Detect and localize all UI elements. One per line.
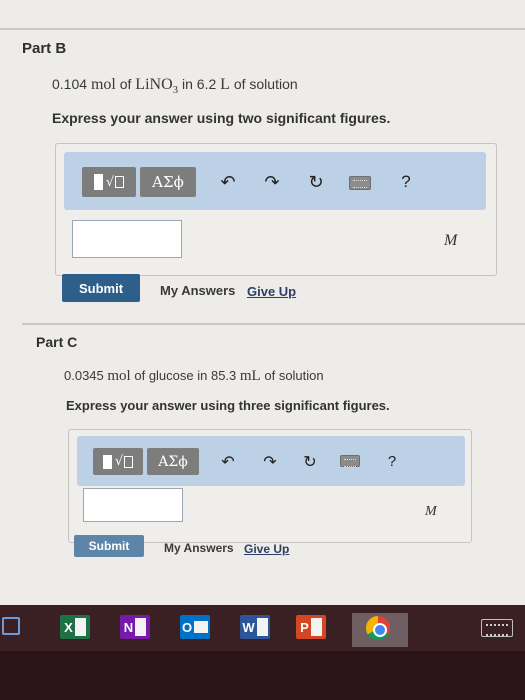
symbols-button[interactable]: ΑΣϕ bbox=[140, 167, 196, 197]
divider bbox=[0, 28, 525, 30]
part-c-answer-input[interactable] bbox=[83, 488, 183, 522]
part-b-math-toolbar: √ ΑΣϕ ↶ ↷ ↻ ? bbox=[64, 152, 486, 210]
reset-icon[interactable]: ↻ bbox=[299, 448, 321, 474]
task-view-icon[interactable] bbox=[2, 617, 20, 635]
reset-icon[interactable]: ↻ bbox=[304, 168, 328, 196]
help-icon[interactable]: ? bbox=[396, 168, 416, 196]
part-b-question: 0.104 mol of LiNO3 in 6.2 L of solution bbox=[52, 76, 298, 97]
part-b-answer-box: √ ΑΣϕ ↶ ↷ ↻ ? M bbox=[55, 143, 497, 276]
assignment-page: Part B 0.104 mol of LiNO3 in 6.2 L of so… bbox=[0, 0, 525, 605]
taskbar-strip: X N O W P bbox=[0, 605, 525, 651]
undo-icon[interactable]: ↶ bbox=[217, 448, 239, 474]
keyboard-icon[interactable] bbox=[337, 453, 363, 469]
windows-taskbar: X N O W P bbox=[0, 605, 525, 700]
chrome-app-icon[interactable] bbox=[366, 616, 390, 640]
part-c-math-toolbar: √ ΑΣϕ ↶ ↷ ↻ ? bbox=[77, 436, 465, 486]
part-b-my-answers-link[interactable]: My Answers bbox=[160, 283, 235, 298]
part-b-answer-input[interactable] bbox=[72, 220, 182, 258]
symbols-button[interactable]: ΑΣϕ bbox=[147, 448, 199, 475]
touch-keyboard-icon[interactable] bbox=[481, 619, 513, 637]
part-c-answer-box: √ ΑΣϕ ↶ ↷ ↻ ? M bbox=[68, 429, 472, 543]
excel-app-icon[interactable]: X bbox=[60, 615, 90, 639]
part-c-submit-button[interactable]: Submit bbox=[74, 535, 144, 557]
onenote-app-icon[interactable]: N bbox=[120, 615, 150, 639]
part-c-question: 0.0345 mol of glucose in 85.3 mL of solu… bbox=[64, 368, 324, 384]
radical-icon: √ bbox=[106, 175, 125, 190]
part-c-my-answers-link[interactable]: My Answers bbox=[164, 541, 234, 555]
word-app-icon[interactable]: W bbox=[240, 615, 270, 639]
part-c-instruction: Express your answer using three signific… bbox=[66, 398, 390, 413]
undo-icon[interactable]: ↶ bbox=[216, 168, 240, 196]
templates-button[interactable]: √ bbox=[82, 167, 136, 197]
divider bbox=[22, 323, 525, 325]
part-c-unit-label: M bbox=[425, 504, 437, 519]
templates-button[interactable]: √ bbox=[93, 448, 143, 475]
part-c-title: Part C bbox=[36, 334, 78, 350]
outlook-app-icon[interactable]: O bbox=[180, 615, 210, 639]
keyboard-icon[interactable] bbox=[346, 174, 374, 192]
redo-icon[interactable]: ↷ bbox=[260, 168, 284, 196]
template-square-icon bbox=[93, 174, 103, 190]
part-b-title: Part B bbox=[22, 40, 67, 57]
chemical-formula: LiNO3 bbox=[135, 76, 179, 97]
powerpoint-app-icon[interactable]: P bbox=[296, 615, 326, 639]
radical-icon: √ bbox=[115, 454, 134, 469]
help-icon[interactable]: ? bbox=[383, 448, 401, 474]
template-square-icon bbox=[102, 454, 112, 469]
part-b-unit-label: M bbox=[444, 232, 458, 249]
part-b-submit-button[interactable]: Submit bbox=[62, 274, 140, 302]
part-b-instruction: Express your answer using two significan… bbox=[52, 110, 391, 126]
redo-icon[interactable]: ↷ bbox=[259, 448, 281, 474]
part-b-give-up-link[interactable]: Give Up bbox=[247, 284, 296, 299]
part-c-give-up-link[interactable]: Give Up bbox=[244, 542, 289, 556]
